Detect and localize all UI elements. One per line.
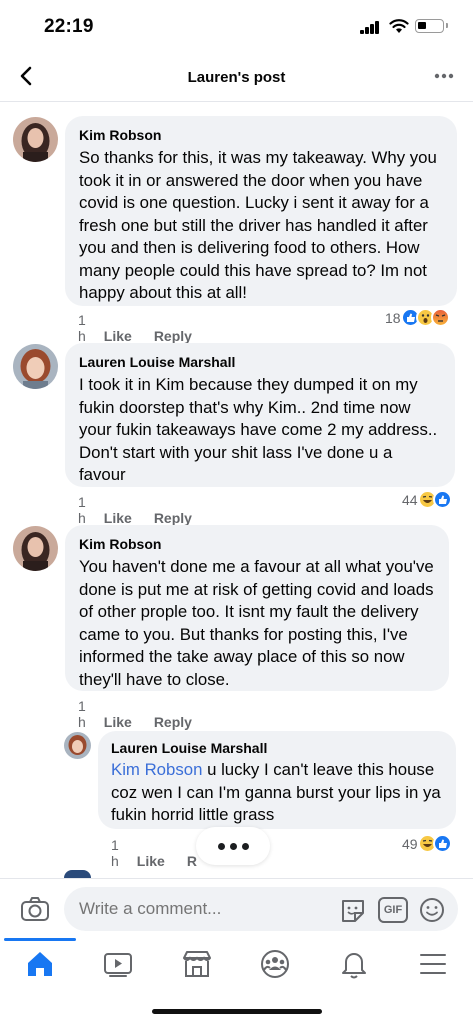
gif-label: GIF — [383, 904, 403, 916]
active-tab-indicator — [4, 938, 76, 941]
comment-author[interactable]: Lauren Louise Marshall — [79, 354, 441, 370]
comment-time[interactable]: 1 h — [78, 312, 86, 344]
mention-link[interactable]: Kim Robson — [111, 760, 202, 779]
compose-bar: GIF — [0, 878, 473, 938]
comment-time[interactable]: 1 h — [78, 494, 86, 526]
home-indicator — [152, 1009, 322, 1014]
comment-text: Kim Robson u lucky I can't leave this ho… — [111, 760, 441, 824]
comment-bubble[interactable]: Kim Robson So thanks for this, it was my… — [65, 116, 457, 306]
groups-icon[interactable] — [257, 948, 293, 980]
angry-reaction-icon — [430, 308, 450, 327]
comment-author[interactable]: Lauren Louise Marshall — [111, 740, 443, 756]
reactions-summary[interactable]: 49 — [402, 834, 452, 853]
reaction-count: 49 — [402, 835, 418, 852]
notifications-icon[interactable] — [336, 948, 372, 980]
home-icon[interactable] — [22, 948, 58, 980]
battery-icon — [415, 19, 448, 33]
avatar[interactable] — [64, 870, 91, 878]
watch-icon[interactable] — [100, 948, 136, 980]
comment-text: You haven't done me a favour at all what… — [79, 557, 434, 689]
comment-actions: 1 h Like Reply — [78, 698, 214, 730]
marketplace-icon[interactable] — [179, 948, 215, 980]
page-title: Lauren's post — [187, 69, 286, 86]
reaction-count: 44 — [402, 491, 418, 508]
emoji-icon[interactable] — [419, 897, 445, 923]
reactions-summary[interactable]: 18 — [385, 308, 450, 327]
camera-icon[interactable] — [20, 896, 50, 922]
more-dots-icon[interactable] — [433, 65, 455, 87]
wifi-icon — [389, 19, 409, 33]
reply-button[interactable]: Reply — [154, 328, 192, 344]
like-button[interactable]: Like — [104, 510, 132, 526]
status-bar: 22:19 — [0, 0, 473, 52]
post-header: Lauren's post — [0, 52, 473, 102]
comment-actions: 1 h Like Reply — [78, 312, 214, 344]
comment-time[interactable]: 1 h — [111, 837, 119, 869]
reply-button[interactable]: Reply — [154, 714, 192, 730]
comment-text: So thanks for this, it was my takeaway. … — [79, 148, 437, 302]
comment-time[interactable]: 1 h — [78, 698, 86, 730]
like-reaction-icon — [432, 490, 452, 509]
like-reaction-icon — [432, 834, 452, 853]
avatar[interactable] — [13, 344, 58, 389]
comment-actions: 1 h Like Reply — [78, 494, 214, 526]
avatar[interactable] — [13, 526, 58, 571]
avatar[interactable] — [64, 732, 91, 759]
comment-author[interactable]: Kim Robson — [79, 127, 443, 143]
like-button[interactable]: Like — [104, 714, 132, 730]
menu-icon[interactable] — [415, 948, 451, 980]
comment-bubble[interactable]: Kim Robson You haven't done me a favour … — [65, 525, 449, 691]
gif-icon[interactable]: GIF — [378, 897, 408, 923]
signal-icon — [360, 21, 382, 34]
comment-text: I took it in Kim because they dumped it … — [79, 375, 438, 484]
like-button[interactable]: Like — [137, 853, 165, 869]
status-time: 22:19 — [44, 16, 94, 37]
avatar[interactable] — [13, 117, 58, 162]
reply-button[interactable]: R — [187, 853, 197, 869]
comment-bubble[interactable]: Lauren Louise Marshall I took it in Kim … — [65, 343, 455, 487]
reactions-summary[interactable]: 44 — [402, 490, 452, 509]
comment-author[interactable]: Kim Robson — [79, 536, 435, 552]
comment-bubble[interactable]: Lauren Louise Marshall Kim Robson u luck… — [98, 731, 456, 829]
sticker-icon[interactable] — [339, 897, 367, 923]
reaction-count: 18 — [385, 309, 401, 326]
more-options-dots[interactable] — [196, 827, 270, 865]
like-button[interactable]: Like — [104, 328, 132, 344]
reply-button[interactable]: Reply — [154, 510, 192, 526]
